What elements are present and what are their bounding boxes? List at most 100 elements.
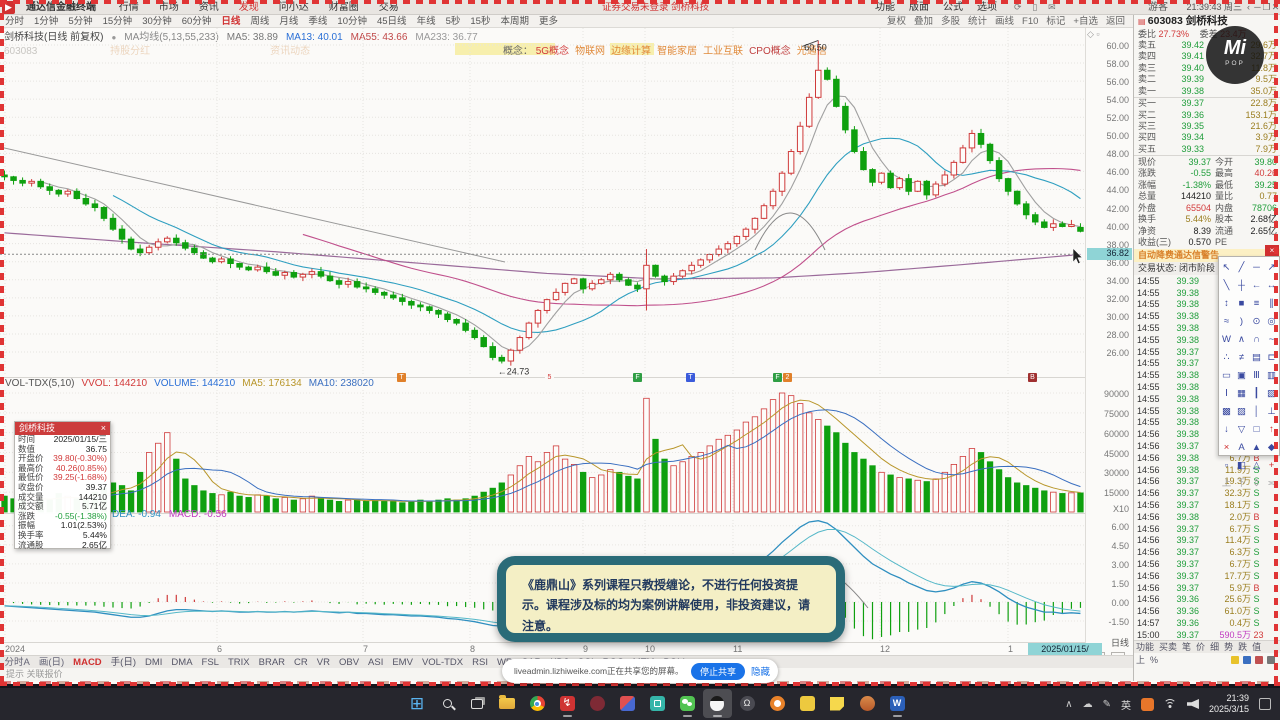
orderbook-row[interactable]: 买三 39.35 21.6万 [1134,121,1280,132]
draw-tool-icon[interactable]: ◧ [1234,458,1249,473]
draw-tool-icon[interactable]: ▦ [1234,386,1249,401]
taskbar-wechat-icon[interactable] [673,689,702,718]
period-5秒[interactable]: 5秒 [441,15,466,28]
panel-tab-值[interactable]: 值 [1252,642,1261,652]
draw-tool-icon[interactable]: △ [1249,458,1264,473]
draw-tool-icon[interactable]: ≈ [1219,314,1234,329]
draw-tool-icon[interactable]: ← [1249,278,1264,293]
panel-tab-价[interactable]: 价 [1196,642,1205,652]
draw-tool-icon[interactable]: ∧ [1234,332,1249,347]
taskbar-search-icon[interactable] [433,689,462,718]
draw-tool-icon[interactable]: 下 [1234,476,1249,491]
draw-tool-icon[interactable]: ≠ [1234,350,1249,365]
draw-tool-icon[interactable]: ) [1234,314,1249,329]
panel-tab-细[interactable]: 细 [1210,642,1219,652]
taskbar-app-gray-icon[interactable]: Ω [733,689,762,718]
taskbar-app-orange-icon[interactable] [763,689,792,718]
taskbar-explorer-icon[interactable] [493,689,522,718]
draw-tool-icon[interactable]: │ [1249,404,1264,419]
taskbar-start-icon[interactable]: ⊞ [403,689,432,718]
pane-collapse-icons[interactable]: ◇ ▫ [1087,29,1100,40]
taskbar-qq-icon[interactable] [702,689,732,718]
period-15秒[interactable]: 15秒 [465,15,495,28]
draw-tool-icon[interactable]: ─ [1249,260,1264,275]
draw-tool-icon[interactable]: A [1234,440,1249,455]
draw-tool-icon[interactable]: ▤ [1249,350,1264,365]
taskbar-word-icon[interactable]: W [883,689,912,718]
wifi-icon[interactable] [1163,699,1177,709]
taskbar-tdx-icon[interactable]: ↯ [553,689,582,718]
event-marker[interactable]: T [397,373,406,382]
draw-tool-icon[interactable]: ┃ [1249,386,1264,401]
draw-tool-icon[interactable]: ╲ [1219,278,1234,293]
draw-tool-icon[interactable]: ▫ [1219,458,1234,473]
draw-tool-icon[interactable]: ▨ [1234,404,1249,419]
tool-统计[interactable]: 统计 [964,15,991,28]
orderbook-row[interactable]: 卖一 39.38 35.0万 [1134,86,1280,97]
draw-tool-icon[interactable]: □ [1249,422,1264,437]
speaker-icon[interactable] [1186,699,1199,709]
draw-tool-icon[interactable]: Ⅰ [1219,386,1234,401]
draw-tool-icon[interactable]: ⇕ [1249,476,1264,491]
panel-tab-笔[interactable]: 笔 [1182,642,1191,652]
taskbar-taskview-icon[interactable] [463,689,492,718]
period-分时[interactable]: 分时 [0,15,29,28]
stop-sharing-button[interactable]: 停止共享 [690,662,745,680]
tool-F10[interactable]: F10 [1018,15,1042,28]
tray-expand-icon[interactable]: ∧ [1065,699,1072,710]
event-marker[interactable]: 5 [545,373,554,382]
draw-tool-icon[interactable]: ┼ [1234,278,1249,293]
orderbook-row[interactable]: 卖二 39.39 9.5万 [1134,74,1280,85]
panel-mini-icon[interactable] [1243,656,1251,664]
event-marker[interactable]: F [773,373,782,382]
notification-center-icon[interactable] [1259,698,1271,710]
panel-tab-势[interactable]: 势 [1224,642,1233,652]
volume-chart[interactable] [0,390,1085,513]
event-marker[interactable]: B [1028,373,1037,382]
period-本周期[interactable]: 本周期 [495,15,534,28]
tray-app-icon[interactable] [1140,697,1154,711]
cloud-icon[interactable]: ☁ [1083,699,1093,710]
tool-标记[interactable]: 标记 [1042,15,1069,28]
draw-tool-icon[interactable]: ↕ [1219,296,1234,311]
draw-tool-icon[interactable]: ∴ [1219,350,1234,365]
taskbar-app-yellow-icon[interactable] [793,689,822,718]
taskbar-notes-icon[interactable] [823,689,852,718]
period-45日线[interactable]: 45日线 [372,15,412,28]
period-1分钟[interactable]: 1分钟 [29,15,63,28]
period-日线[interactable]: 日线 [216,15,245,28]
draw-tool-icon[interactable]: × [1219,440,1234,455]
draw-tool-icon[interactable]: ⊙ [1249,314,1264,329]
draw-tool-icon[interactable]: ∩ [1249,332,1264,347]
tool-+自选[interactable]: +自选 [1069,15,1102,28]
period-年线[interactable]: 年线 [412,15,441,28]
orderbook-row[interactable]: 买四 39.34 3.9万 [1134,132,1280,143]
taskbar-clock[interactable]: 21:39 2025/3/15 [1209,693,1249,715]
taskbar-app-teal-icon[interactable] [643,689,672,718]
taskbar-app-darkred-icon[interactable] [583,689,612,718]
period-15分钟[interactable]: 15分钟 [98,15,138,28]
tool-复权[interactable]: 复权 [883,15,910,28]
draw-tool-icon[interactable]: ▣ [1234,368,1249,383]
draw-tool-icon[interactable]: ≡ [1249,296,1264,311]
draw-tool-icon[interactable]: ↓ [1219,422,1234,437]
orderbook-row[interactable]: 买一 39.37 22.8万 [1134,98,1280,109]
taskbar-app-amber-icon[interactable] [853,689,882,718]
draw-tool-icon[interactable]: ▲ [1249,440,1264,455]
draw-tool-icon[interactable]: 上 [1219,476,1234,491]
tool-返回[interactable]: 返回 [1102,15,1129,28]
event-marker[interactable]: F [633,373,642,382]
tool-多股[interactable]: 多股 [937,15,964,28]
tool-画线[interactable]: 画线 [991,15,1018,28]
draw-tool-icon[interactable]: ╱ [1234,260,1249,275]
orderbook-row[interactable]: 买五 39.33 7.9万 [1134,144,1280,155]
period-周线[interactable]: 周线 [245,15,274,28]
draw-tool-icon[interactable]: ■ [1234,296,1249,311]
event-marker[interactable]: T [686,373,695,382]
panel-tab-买卖[interactable]: 买卖 [1159,642,1177,652]
tool-叠加[interactable]: 叠加 [910,15,937,28]
period-更多[interactable]: 更多 [534,15,563,28]
hide-share-bar-button[interactable]: 隐藏 [751,664,770,678]
panel-tab-跌[interactable]: 跌 [1238,642,1247,652]
price-chart[interactable]: 60.50 ←24.73 [0,28,1085,376]
